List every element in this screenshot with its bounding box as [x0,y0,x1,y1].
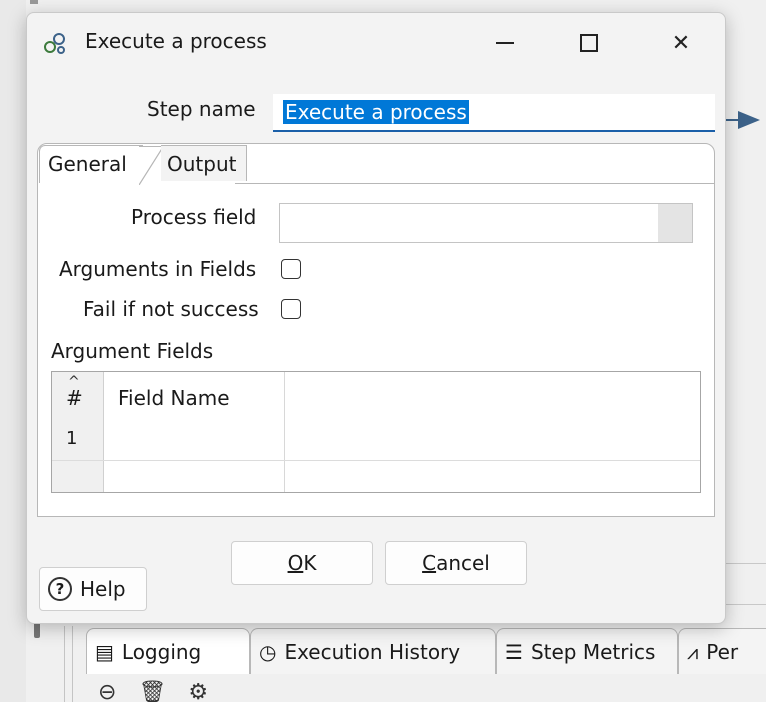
dialog-titlebar[interactable]: Execute a process ✕ [27,13,725,73]
step-name-value: Execute a process [283,100,469,124]
background-left-panel [0,0,26,702]
background-separator [724,604,766,605]
ok-accelerator: O [287,551,304,575]
row-divider [52,460,700,461]
ok-button[interactable]: OK [231,541,373,585]
minimize-icon [496,42,514,44]
arguments-in-fields-checkbox[interactable] [281,259,301,279]
tab-step-metrics[interactable]: ☰ Step Metrics [496,628,678,674]
column-divider [284,372,285,492]
background-top-grip [30,0,38,4]
step-name-label: Step name [147,97,256,121]
help-button[interactable]: ? Help [39,567,147,611]
maximize-button[interactable] [569,27,609,59]
background-panel-border [72,626,73,702]
dropdown-button[interactable] [658,204,692,242]
tab-label: Per [706,639,739,664]
execute-process-dialog: Execute a process ✕ Step name Execute a … [26,12,726,624]
gear-icon[interactable]: ⚙ [188,680,208,702]
dialog-title: Execute a process [85,29,267,53]
tab-label: General [48,152,127,176]
process-field-select[interactable] [279,203,693,243]
tab-general[interactable]: General [39,145,163,185]
minus-circle-icon[interactable]: ⊖ [98,680,116,702]
chart-icon: ⩘ [687,639,699,664]
background-splitter-grip[interactable] [34,622,40,638]
close-icon: ✕ [671,30,691,56]
tab-label: Execution History [284,639,461,664]
clock-icon: ◷ [259,639,277,664]
trash-icon[interactable]: 🗑 [138,680,166,702]
process-step-icon [44,33,65,54]
table-row-number[interactable]: 1 [66,428,77,449]
background-separator [724,563,766,564]
cancel-label: ancel [436,551,490,575]
cancel-button[interactable]: Cancel [385,541,527,585]
tab-output[interactable]: Output [161,145,247,181]
tab-label: Output [167,152,237,176]
log-icon: ▤ [95,639,114,664]
tab-label: Logging [121,639,202,664]
fail-if-not-success-checkbox[interactable] [281,299,301,319]
tab-label: Step Metrics [530,639,656,664]
minimize-button[interactable] [485,27,525,59]
close-button[interactable]: ✕ [661,27,701,59]
arguments-in-fields-label: Arguments in Fields [59,257,257,281]
canvas-hop-arrow-icon [738,111,760,129]
column-header-field-name[interactable]: Field Name [118,386,230,410]
fail-if-not-success-label: Fail if not success [83,297,259,321]
maximize-icon [580,34,598,52]
tab-strip: General Output [39,145,299,185]
tab-performance[interactable]: ⩘ Per [678,628,766,674]
tab-divider [235,183,715,184]
help-label: Help [80,577,126,601]
help-icon: ? [48,577,72,601]
step-name-input[interactable]: Execute a process [273,94,715,132]
cancel-accelerator: C [422,551,437,575]
column-header-number[interactable]: # [66,386,83,410]
background-panel-border [64,626,65,702]
tab-execution-history[interactable]: ◷ Execution History [250,628,496,674]
ok-label: K [303,551,317,575]
argument-fields-table[interactable]: ^ # Field Name 1 [51,371,701,493]
process-field-label: Process field [131,205,257,229]
argument-fields-label: Argument Fields [51,339,214,363]
list-numbered-icon: ☰ [505,639,523,664]
execution-results-tabs: ▤ Logging ◷ Execution History ☰ Step Met… [86,628,766,674]
tab-logging[interactable]: ▤ Logging [86,628,250,674]
log-toolbar: ⊖ 🗑 ⚙ [98,680,208,702]
